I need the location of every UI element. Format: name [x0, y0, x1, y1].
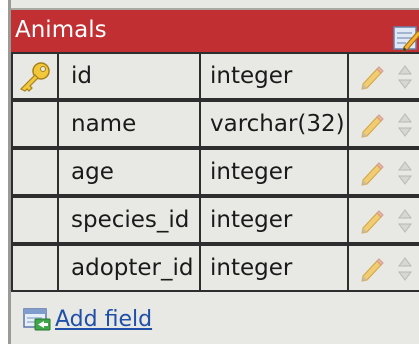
field-name: species_id [57, 196, 201, 244]
field-type: integer [199, 244, 349, 292]
up-down-arrows-icon[interactable] [397, 160, 413, 186]
field-name: age [57, 148, 201, 196]
primary-key-cell [11, 148, 59, 196]
key-icon [19, 62, 50, 92]
field-type: integer [199, 148, 349, 196]
pencil-icon[interactable] [359, 208, 385, 234]
field-name: name [57, 100, 201, 148]
table-widget-animals: Animals id integer name varchar(32) age integ… [8, 0, 419, 344]
field-actions [347, 52, 419, 100]
table-footer: Add field [11, 292, 419, 344]
field-name: id [57, 52, 201, 100]
field-row[interactable]: species_id integer [11, 196, 419, 244]
field-actions [347, 244, 419, 292]
field-row[interactable]: age integer [11, 148, 419, 196]
field-type: varchar(32) [199, 100, 349, 148]
up-down-arrows-icon[interactable] [397, 256, 413, 282]
field-name: adopter_id [57, 244, 201, 292]
pencil-icon[interactable] [359, 112, 385, 138]
field-type: integer [199, 196, 349, 244]
primary-key-cell [11, 196, 59, 244]
edit-table-icon[interactable] [392, 23, 419, 53]
field-row[interactable]: name varchar(32) [11, 100, 419, 148]
field-actions [347, 148, 419, 196]
field-row[interactable]: id integer [11, 52, 419, 100]
pencil-icon[interactable] [359, 64, 385, 90]
field-type: integer [199, 52, 349, 100]
add-field-icon [23, 308, 51, 331]
up-down-arrows-icon[interactable] [397, 64, 413, 90]
field-actions [347, 196, 419, 244]
primary-key-cell [11, 244, 59, 292]
field-actions [347, 100, 419, 148]
table-title: Animals [15, 17, 107, 43]
pencil-icon[interactable] [359, 160, 385, 186]
primary-key-cell [11, 52, 59, 100]
primary-key-cell [11, 100, 59, 148]
field-row[interactable]: adopter_id integer [11, 244, 419, 292]
table-header[interactable]: Animals [11, 8, 419, 52]
up-down-arrows-icon[interactable] [397, 112, 413, 138]
add-field-label: Add field [55, 306, 153, 332]
add-field-link[interactable]: Add field [23, 304, 152, 334]
pencil-icon[interactable] [359, 256, 385, 282]
up-down-arrows-icon[interactable] [397, 208, 413, 234]
